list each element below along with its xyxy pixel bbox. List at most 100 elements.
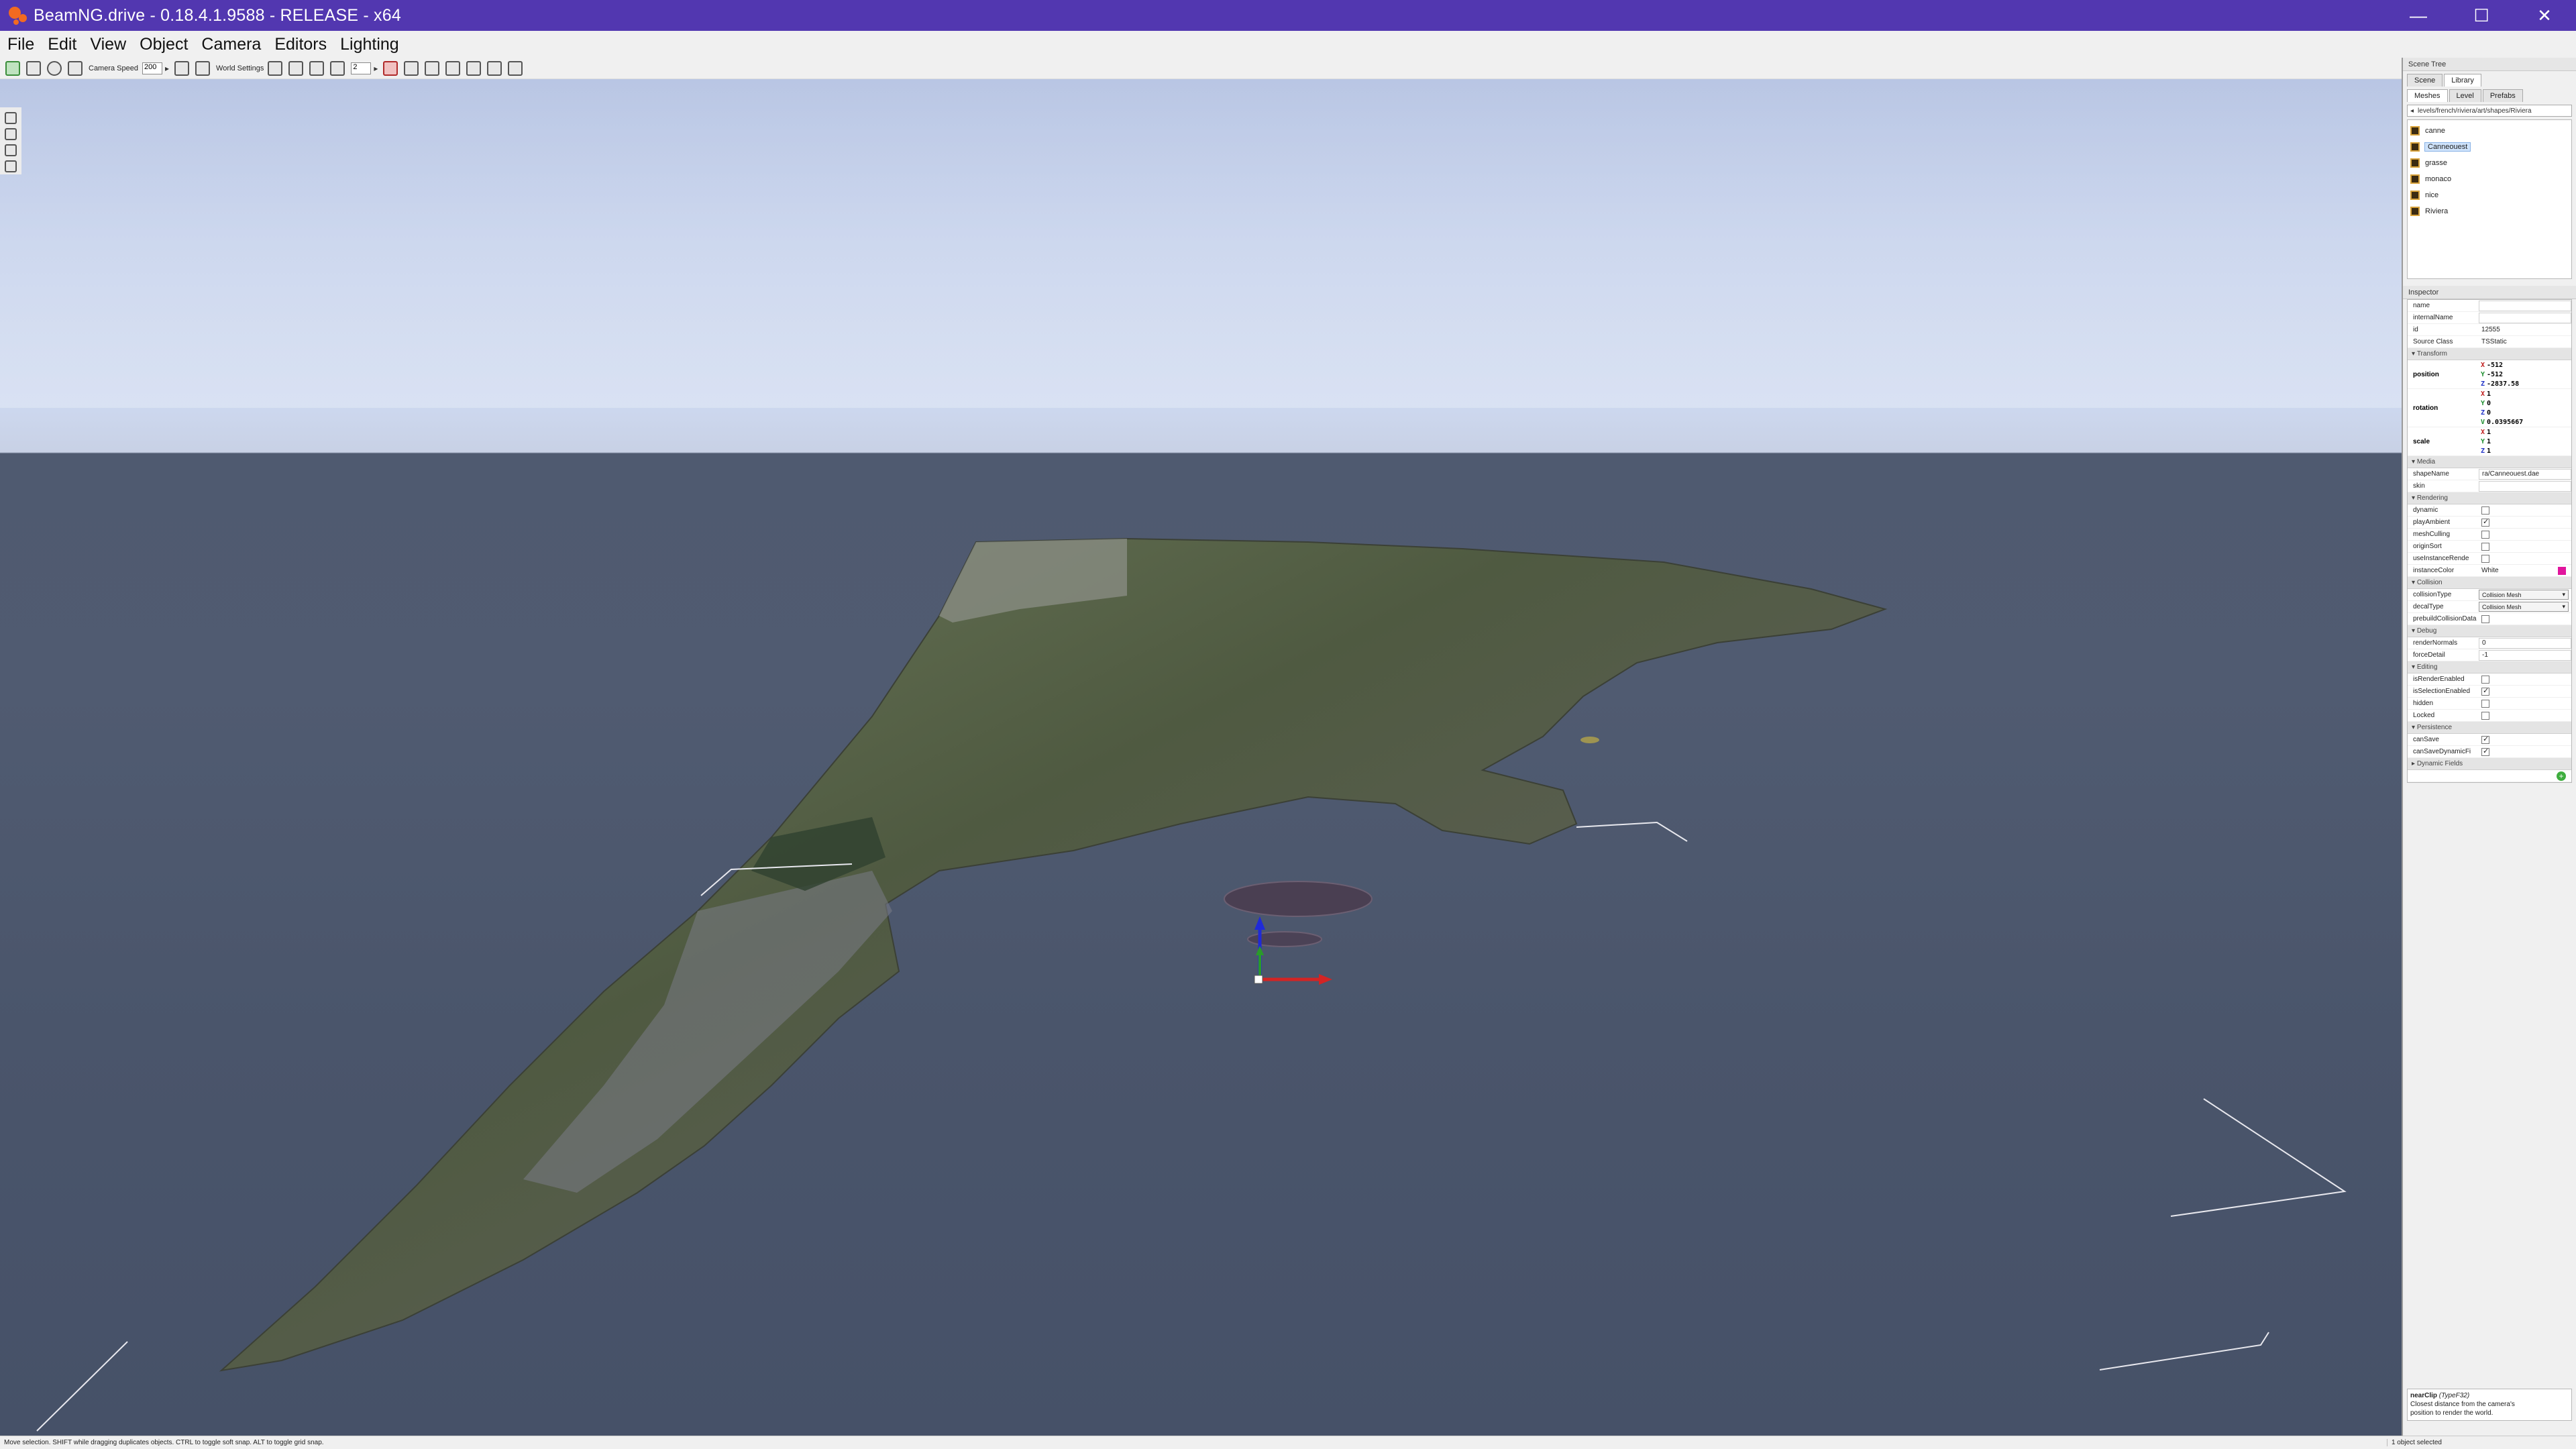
settings-icon[interactable] [47,60,62,76]
list-item[interactable]: Canneouest [2408,139,2571,155]
list-item[interactable]: monaco [2408,171,2571,187]
decaltype-dropdown[interactable]: Collision Mesh ▾ [2479,602,2569,612]
align-icon[interactable] [404,60,419,76]
section-media[interactable]: ▾ Media [2408,456,2571,468]
rotation-w-field[interactable]: V 0.0395667 [2479,417,2571,427]
3d-viewport[interactable] [0,79,2402,1436]
snap-size-input[interactable]: 2 [351,62,372,74]
library-path[interactable]: ◂ levels/french/riviera/art/shapes/Rivie… [2407,105,2572,117]
originsort-checkbox[interactable] [2481,542,2489,551]
back-icon[interactable]: ◂ [2410,107,2414,115]
text-icon[interactable] [466,60,482,76]
menu-lighting[interactable]: Lighting [338,34,401,56]
scale-x-field[interactable]: X1 [2479,427,2571,437]
minimize-button[interactable]: — [2387,0,2450,31]
rotation-x-field[interactable]: X1 [2479,389,2571,398]
isrenderenabled-checkbox[interactable] [2481,675,2489,684]
list-item[interactable]: grasse [2408,155,2571,171]
move-icon[interactable] [5,128,17,140]
color-swatch[interactable] [2558,566,2566,575]
camera-speed-input[interactable]: 200 [142,62,162,74]
section-collision[interactable]: ▾ Collision [2408,577,2571,589]
editor-icon[interactable] [26,60,41,76]
selection-lock-icon[interactable] [383,60,398,76]
prefab-icon[interactable] [487,60,502,76]
maximize-button[interactable]: ☐ [2450,0,2513,31]
playambient-checkbox[interactable] [2481,517,2489,527]
select-arrow-icon[interactable] [5,112,17,124]
close-button[interactable]: ✕ [2513,0,2576,31]
menu-edit[interactable]: Edit [46,34,78,56]
screenshot-icon[interactable] [195,60,211,76]
rendernormals-field[interactable]: 0 [2479,637,2571,649]
tab-library[interactable]: Library [2444,74,2481,87]
snap-bounds-icon[interactable] [309,60,325,76]
internalname-field[interactable] [2479,312,2571,323]
section-debug[interactable]: ▾ Debug [2408,625,2571,637]
snap-terrain-icon[interactable] [288,60,304,76]
mesh-icon [2410,126,2420,136]
skin-field[interactable] [2479,480,2571,492]
shapename-field[interactable]: ra/Canneouest.dae [2479,468,2571,480]
title-bar: BeamNG.drive - 0.18.4.1.9588 - RELEASE -… [0,0,2576,31]
rotation-y-field[interactable]: Y0 [2479,398,2571,408]
menu-object[interactable]: Object [138,34,190,56]
scale-z-field[interactable]: Z1 [2479,446,2571,455]
list-item[interactable]: nice [2408,187,2571,203]
section-transform[interactable]: ▾ Transform [2408,348,2571,360]
meshculling-checkbox[interactable] [2481,530,2489,539]
scale-icon[interactable] [5,160,17,172]
hidden-checkbox[interactable] [2481,699,2489,708]
snap-ruler-icon[interactable] [330,60,345,76]
drop-icon[interactable] [425,60,440,76]
main-toolbar: Camera Speed 200 ▸ World Settings 2 ▸ [0,58,2402,79]
menu-file[interactable]: File [5,34,36,56]
collisiontype-dropdown[interactable]: Collision Mesh ▾ [2479,590,2569,600]
name-field[interactable] [2479,300,2571,311]
tab-prefabs[interactable]: Prefabs [2482,89,2523,102]
prop-collisiontype: collisionType Collision Mesh ▾ [2408,589,2571,601]
section-dynamic-fields[interactable]: ▸ Dynamic Fields [2408,758,2571,770]
locked-checkbox[interactable] [2481,711,2489,720]
rotate-icon[interactable] [5,144,17,156]
rotation-z-field[interactable]: Z0 [2479,408,2571,417]
cansave-checkbox[interactable] [2481,735,2489,744]
world-settings-label[interactable]: World Settings [216,64,264,72]
position-z-field[interactable]: Z -2837.58 [2479,379,2571,388]
isselectionenabled-checkbox[interactable] [2481,686,2489,696]
position-y-field[interactable]: Y -512 [2479,370,2571,379]
transform-gizmo[interactable] [1254,916,1332,985]
camera-icon[interactable] [68,60,83,76]
add-field-icon[interactable]: + [2557,771,2566,781]
menu-camera[interactable]: Camera [199,34,263,56]
bridge-icon[interactable] [508,60,523,76]
prop-playambient: playAmbient [2408,517,2571,529]
tab-level[interactable]: Level [2449,89,2481,102]
menu-view[interactable]: View [88,34,128,56]
scale-y-field[interactable]: Y1 [2479,437,2571,446]
visibility-icon[interactable] [174,60,190,76]
position-x-field[interactable]: X -512 [2479,360,2571,370]
list-item[interactable]: Riviera [2408,203,2571,219]
tab-meshes[interactable]: Meshes [2407,89,2448,102]
tab-scene[interactable]: Scene [2407,74,2443,87]
list-item[interactable]: canne [2408,123,2571,139]
dynamic-checkbox[interactable] [2481,506,2489,515]
section-rendering[interactable]: ▾ Rendering [2408,492,2571,504]
cansavedynamic-checkbox[interactable] [2481,747,2489,756]
section-persistence[interactable]: ▾ Persistence [2408,722,2571,734]
terrain-mesh[interactable] [219,537,1888,1372]
prebuildcollision-checkbox[interactable] [2481,614,2489,623]
section-editing[interactable]: ▾ Editing [2408,661,2571,674]
prop-isrenderenabled: isRenderEnabled [2408,674,2571,686]
center-icon[interactable] [445,60,461,76]
camera-speed-arrow-icon[interactable]: ▸ [165,64,169,73]
play-icon[interactable] [5,60,20,76]
snap-size-arrow-icon[interactable]: ▸ [374,64,378,73]
menu-editors[interactable]: Editors [272,34,329,56]
useinstancerender-checkbox[interactable] [2481,554,2489,563]
snap-grid-icon[interactable] [268,60,283,76]
instancecolor-value[interactable]: White [2481,567,2499,574]
prop-locked: Locked [2408,710,2571,722]
forcedetail-field[interactable]: -1 [2479,649,2571,661]
